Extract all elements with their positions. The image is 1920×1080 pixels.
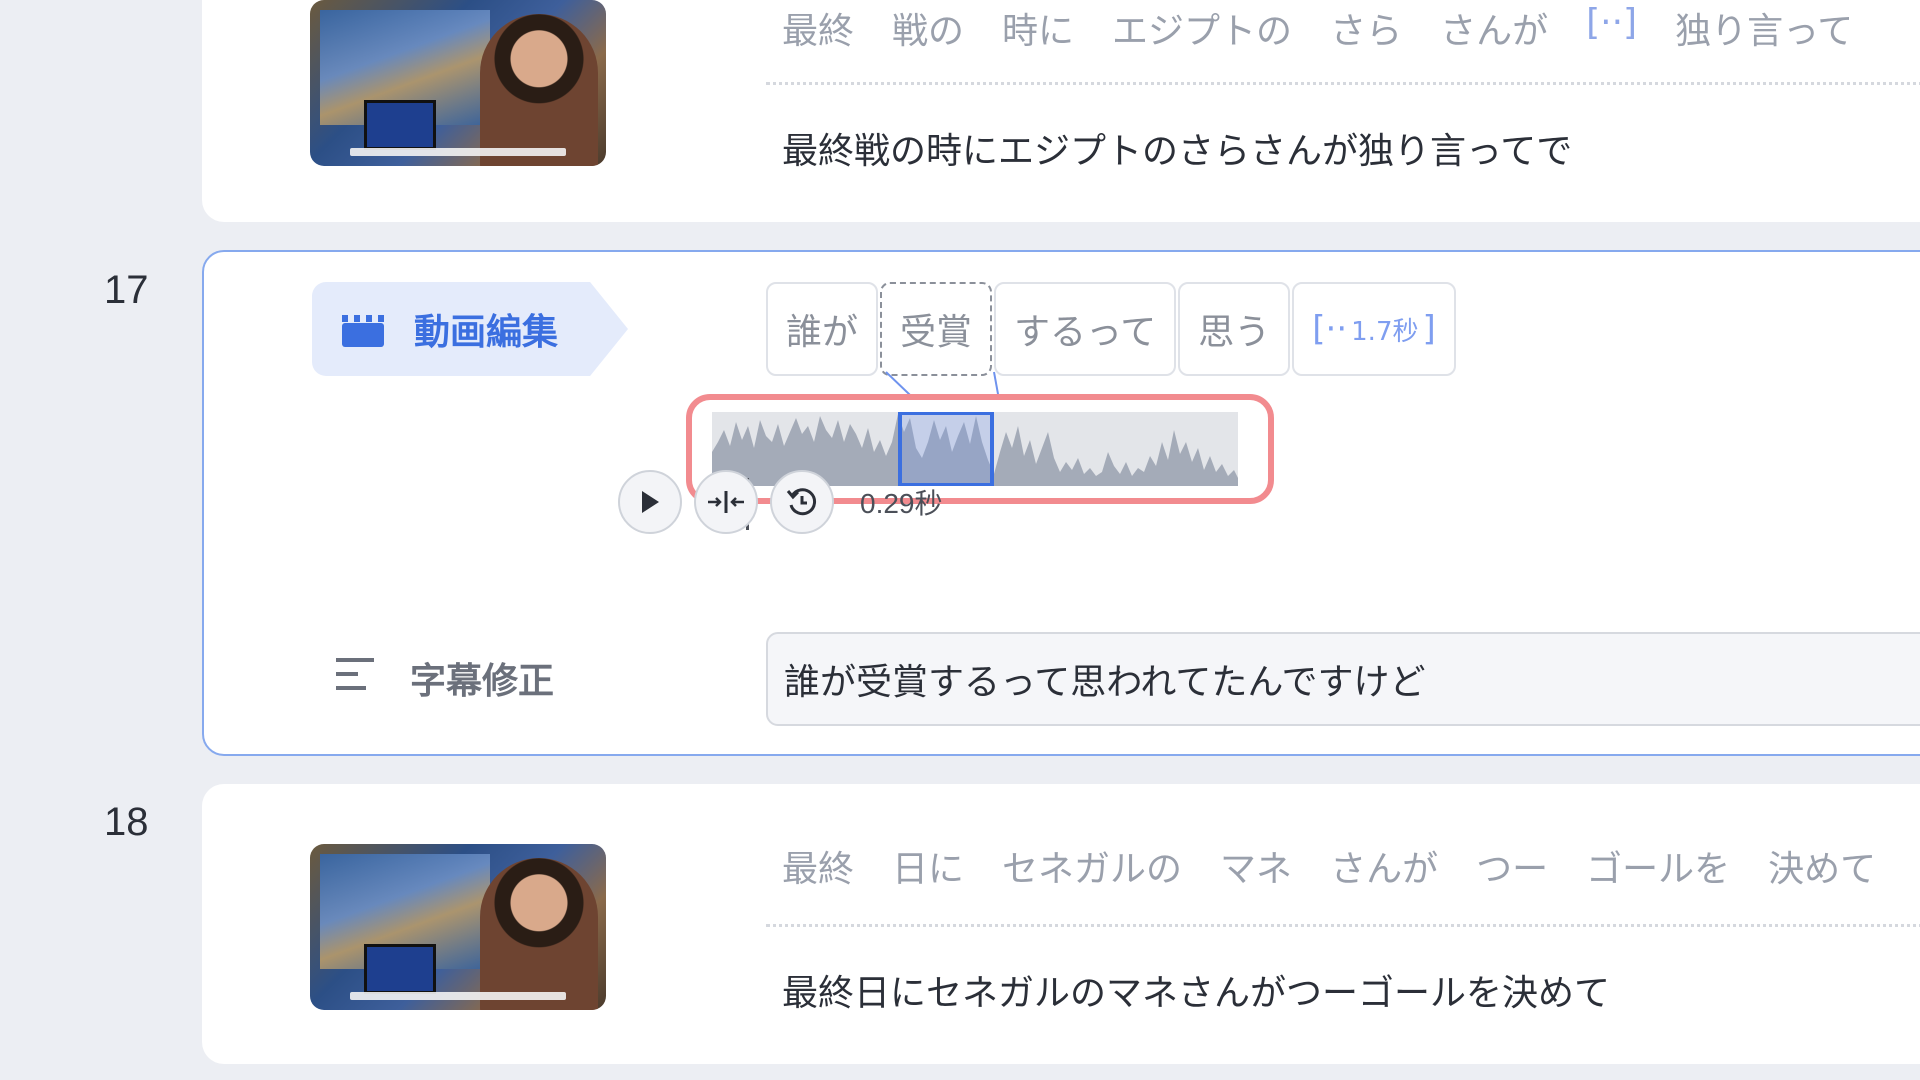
play-button[interactable] [618,470,682,534]
playback-controls: 0.29秒 [618,470,943,534]
divider [766,924,1920,927]
selection-duration: 0.29秒 [860,488,943,519]
row-number: 17 [104,268,149,312]
word[interactable]: 決めて [1768,840,1876,892]
mode-tag-subtitle-edit[interactable]: 字幕修正 [336,652,554,704]
word[interactable]: さら [1330,2,1402,54]
word[interactable]: 最終 [782,840,854,892]
word[interactable]: さんが [1330,840,1438,892]
video-thumbnail[interactable] [310,844,606,1010]
subtitle-lines-icon [336,657,374,699]
word-chip[interactable]: 誰が [766,282,879,376]
word[interactable]: つー [1476,840,1548,892]
word[interactable]: ゴールを [1586,840,1730,892]
word[interactable]: セネガルの [1002,840,1182,892]
mode-tag-video-edit[interactable]: 動画編集 [312,282,628,376]
reset-button[interactable] [770,470,834,534]
word-chip[interactable]: するって [994,282,1177,376]
row-number: 18 [104,800,149,844]
word-list: 最終 日に セネガルの マネ さんが つー ゴールを 決めて [782,840,1920,892]
word[interactable]: さんが [1440,2,1548,54]
play-icon [642,491,659,513]
split-button[interactable] [694,470,758,534]
word[interactable]: 最終 [782,2,854,54]
clapperboard-icon [342,315,384,347]
word-chip-selected[interactable]: 受賞 [880,282,993,376]
word-chip[interactable]: 思う [1178,282,1291,376]
gap-marker[interactable]: [··] [1586,2,1637,54]
word[interactable]: 戦の [892,2,964,54]
gap-suffix: ] [1422,309,1436,349]
subtitle-label: 字幕修正 [410,661,555,702]
word[interactable]: エジプトの [1112,2,1292,54]
divider [766,82,1920,85]
sentence-text: 最終戦の時にエジプトのさらさんが独り言ってで [782,131,1573,172]
sentence-text: 最終日にセネガルのマネさんがつーゴールを決めて [782,973,1611,1014]
row-card-16: 最終 戦の 時に エジプトの さら さんが [··] 独り言って 最終戦の時にエ… [202,0,1920,222]
word[interactable]: 独り言って [1675,2,1853,54]
mode-label: 動画編集 [414,312,559,353]
word[interactable]: 日に [892,840,964,892]
gap-prefix: [·· [1312,309,1348,349]
word-chips: 誰が 受賞 するって 思う [·· 1.7秒 ] [766,282,1456,376]
subtitle-input[interactable]: 誰が受賞するって思われてたんですけど [766,632,1920,726]
word-list: 最終 戦の 時に エジプトの さら さんが [··] 独り言って [782,2,1920,54]
word[interactable]: 時に [1002,2,1074,54]
gap-duration: 1.7秒 [1351,316,1419,347]
video-thumbnail[interactable] [310,0,606,166]
word[interactable]: マネ [1220,840,1292,892]
row-card-18: 最終 日に セネガルの マネ さんが つー ゴールを 決めて 最終日にセネガルの… [202,784,1920,1064]
reset-icon [786,488,817,516]
split-icon [708,491,744,513]
gap-chip[interactable]: [·· 1.7秒 ] [1292,282,1456,376]
row-card-17: 動画編集 誰が 受賞 するって 思う [·· 1.7秒 ] 0.29秒 字幕修正… [202,250,1920,756]
